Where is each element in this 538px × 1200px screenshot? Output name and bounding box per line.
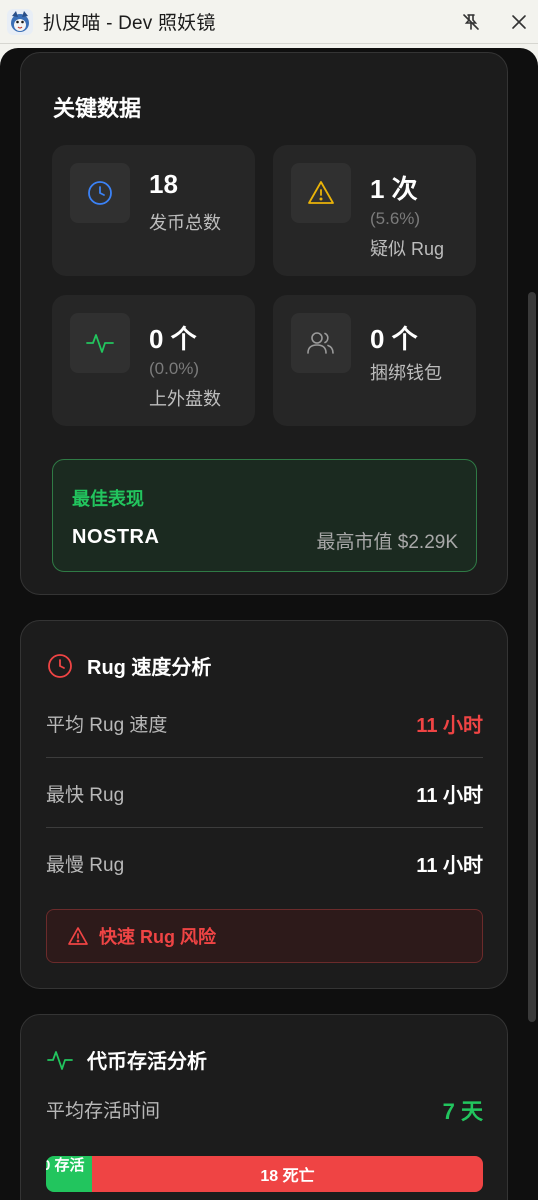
window-titlebar: 扒皮喵 - Dev 照妖镜 <box>0 0 538 44</box>
section-title: 关键数据 <box>53 96 142 121</box>
row-label: 平均 Rug 速度 <box>46 714 168 736</box>
clock-icon <box>70 163 130 223</box>
rug-risk-warning: 快速 Rug 风险 <box>46 909 483 963</box>
best-performance-box: 最佳表现 NOSTRA 最高市值 $2.29K <box>52 459 477 572</box>
stat-total-tokens: 18 发币总数 <box>52 145 255 276</box>
activity-icon <box>47 1050 73 1070</box>
card-header: 代币存活分析 <box>47 1045 207 1074</box>
clock-icon <box>48 653 72 678</box>
stat-label: 疑似 Rug <box>370 239 445 259</box>
card-title: 代币存活分析 <box>87 1051 207 1073</box>
warning-triangle-icon <box>291 163 351 223</box>
content-viewport[interactable]: 关键数据 18 发币总数 1 次 (5.6%) 疑似 Rug 0 个 (0.0%… <box>0 44 538 1200</box>
users-icon <box>291 313 351 373</box>
survival-bar-alive: 0 存活 <box>46 1156 92 1192</box>
row-value: 7 天 <box>442 1098 483 1124</box>
stat-value: 18 <box>149 169 178 199</box>
survival-card: 代币存活分析 平均存活时间 7 天 0 存活 18 死亡 <box>20 1014 508 1200</box>
stat-value: 1 次 <box>370 174 418 204</box>
unpin-button[interactable] <box>456 7 486 37</box>
stat-label: 捆绑钱包 <box>370 363 442 383</box>
survival-avg-row: 平均存活时间 7 天 <box>46 1075 483 1144</box>
row-label: 最快 Rug <box>46 784 125 806</box>
best-token-name: NOSTRA <box>72 526 160 548</box>
stat-bundled-wallets: 0 个 捆绑钱包 <box>273 295 476 426</box>
rug-speed-card: Rug 速度分析 平均 Rug 速度 11 小时 最快 Rug 11 小时 最慢… <box>20 620 508 989</box>
row-value: 11 小时 <box>416 714 483 737</box>
row-label: 最慢 Rug <box>46 855 125 876</box>
survival-bar-dead: 18 死亡 <box>92 1156 483 1192</box>
activity-icon <box>70 313 130 373</box>
stat-value: 0 个 <box>370 324 418 354</box>
warning-text: 快速 Rug 风险 <box>99 927 216 947</box>
best-performance-title: 最佳表现 <box>72 489 144 509</box>
warning-triangle-icon <box>68 927 88 945</box>
close-button[interactable] <box>504 7 534 37</box>
stat-percent: (0.0%) <box>149 359 200 378</box>
unpin-icon <box>463 14 479 30</box>
card-title: Rug 速度分析 <box>87 657 212 679</box>
cat-mascot-icon <box>7 8 33 35</box>
key-stats-card: 关键数据 18 发币总数 1 次 (5.6%) 疑似 Rug 0 个 (0.0%… <box>20 52 508 595</box>
row-label: 平均存活时间 <box>46 1101 161 1122</box>
stat-label: 上外盘数 <box>149 389 221 409</box>
survival-bar: 0 存活 18 死亡 <box>46 1156 483 1192</box>
rug-speed-row-fastest: 最快 Rug 11 小时 <box>46 759 483 828</box>
best-token-market-cap: 最高市值 $2.29K <box>316 532 459 553</box>
stat-label: 发币总数 <box>149 213 221 233</box>
row-value: 11 小时 <box>416 855 483 877</box>
card-header: Rug 速度分析 <box>47 651 211 680</box>
stat-suspected-rug: 1 次 (5.6%) 疑似 Rug <box>273 145 476 276</box>
close-icon <box>512 15 526 29</box>
stat-external-listings: 0 个 (0.0%) 上外盘数 <box>52 295 255 426</box>
window-title: 扒皮喵 - Dev 照妖镜 <box>43 13 216 34</box>
rug-speed-row-avg: 平均 Rug 速度 11 小时 <box>46 689 483 758</box>
stat-value: 0 个 <box>149 324 197 354</box>
stat-percent: (5.6%) <box>370 209 421 228</box>
scrollbar-thumb[interactable] <box>528 292 536 1022</box>
row-value: 11 小时 <box>416 784 483 807</box>
rug-speed-row-slowest: 最慢 Rug 11 小时 <box>46 829 483 898</box>
